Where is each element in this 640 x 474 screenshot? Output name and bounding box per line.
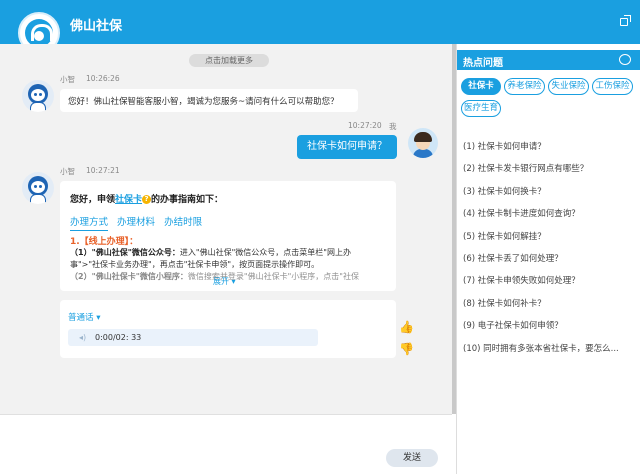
- hot-questions-panel: 热点问题 社保卡 养老保险 失业保险 工伤保险 医疗生育 (1) 社保卡如何申请…: [456, 44, 640, 474]
- title-prefix: 您好，申领: [70, 195, 116, 205]
- message-time: 10:26:26: [86, 74, 120, 83]
- question-item[interactable]: (5) 社保卡如何解挂？: [463, 230, 635, 242]
- user-avatar: [408, 128, 438, 158]
- tab-time-limit[interactable]: 办结时限: [164, 217, 202, 228]
- load-more-button[interactable]: 点击加载更多: [189, 54, 269, 67]
- question-item[interactable]: (2) 社保卡发卡银行网点有哪些？: [463, 162, 635, 174]
- section-title: 1.【线上办理】：: [70, 237, 139, 247]
- user-message-text: 社保卡如何申请？: [307, 141, 387, 152]
- question-item[interactable]: (10) 同时拥有多张本省社保卡，要怎么...: [463, 342, 635, 354]
- answer-card-title: 您好，申领社保卡? 的办事指南如下：: [70, 192, 223, 205]
- tab-materials[interactable]: 办理材料: [117, 217, 155, 228]
- tag-social-card[interactable]: 社保卡: [461, 78, 501, 95]
- language-label: 普通话: [68, 313, 94, 323]
- guide-line-text: 事">"社保卡业务办理"，再点击"社保卡申领"，按页面提示操作即可。: [70, 260, 320, 269]
- audio-message: 普通话 ▾ ◂) 0:00/02: 33: [60, 300, 396, 358]
- sound-icon[interactable]: ◂): [79, 333, 87, 342]
- tag-unemployment[interactable]: 失业保险: [548, 78, 589, 95]
- chat-bubble-icon[interactable]: [619, 54, 631, 65]
- question-item[interactable]: (8) 社保卡如何补卡？: [463, 297, 635, 309]
- thumbs-down-icon[interactable]: 👎: [399, 342, 414, 356]
- question-item[interactable]: (6) 社保卡丢了如何处理？: [463, 252, 635, 264]
- audio-player[interactable]: ◂) 0:00/02: 33: [68, 329, 318, 346]
- guide-line-text: 进入"佛山社保"微信公众号，点击菜单栏"网上办: [179, 248, 351, 257]
- help-icon[interactable]: ?: [142, 195, 152, 204]
- app-header: 佛山社保: [0, 0, 640, 54]
- tag-medical[interactable]: 医疗生育: [461, 100, 501, 117]
- message-sender: 小智: [60, 75, 75, 84]
- message-time: 10:27:20: [348, 121, 382, 130]
- tag-pension[interactable]: 养老保险: [504, 78, 545, 95]
- title-suffix: 的办事指南如下：: [151, 195, 224, 205]
- chat-area[interactable]: 点击加载更多 小智 10:26:26 您好！佛山社保智能客服小智，竭诚为您服务~…: [0, 44, 452, 414]
- expand-label: 展开: [213, 277, 229, 286]
- user-message-bubble: 社保卡如何申请？: [297, 135, 397, 159]
- send-button[interactable]: 发送: [386, 449, 438, 467]
- answer-card: 您好，申领社保卡? 的办事指南如下： 办理方式 办理材料 办结时限 1.【线上办理…: [60, 181, 396, 291]
- panel-header: 热点问题: [457, 50, 640, 70]
- question-item[interactable]: (9) 电子社保卡如何申领？: [463, 319, 635, 331]
- guide-line: （1）"佛山社保"微信公众号：进入"佛山社保"微信公众号，点击菜单栏"网上办: [70, 247, 351, 258]
- message-sender: 小智: [60, 167, 75, 176]
- bot-message-bubble: 您好！佛山社保智能客服小智，竭诚为您服务~请问有什么可以帮助您？: [60, 89, 358, 112]
- answer-card-tabs: 办理方式 办理材料 办结时限: [70, 214, 208, 231]
- message-input[interactable]: 发送: [0, 414, 452, 474]
- question-item[interactable]: (4) 社保卡制卡进度如何查询？: [463, 207, 635, 219]
- expand-button[interactable]: 展开 ▾: [213, 276, 236, 287]
- guide-line-bold: （2）"佛山社保卡"微信小程序：: [70, 272, 188, 281]
- guide-line-bold: （1）"佛山社保"微信公众号：: [70, 248, 180, 257]
- bot-message-text: 您好！佛山社保智能客服小智，竭诚为您服务~请问有什么可以帮助您？: [68, 97, 339, 107]
- bot-avatar: [22, 80, 54, 112]
- social-card-link[interactable]: 社保卡: [115, 195, 142, 205]
- bot-avatar: [22, 172, 54, 204]
- headset-icon: [25, 19, 53, 47]
- chevron-down-icon: ▾: [231, 277, 236, 286]
- language-select[interactable]: 普通话 ▾: [68, 311, 101, 323]
- tab-method[interactable]: 办理方式: [70, 217, 109, 231]
- panel-title: 热点问题: [463, 58, 503, 69]
- message-sender: 我: [389, 122, 397, 131]
- chevron-down-icon: ▾: [96, 313, 101, 323]
- question-item[interactable]: (1) 社保卡如何申请？: [463, 140, 635, 152]
- thumbs-up-icon[interactable]: 👍: [399, 320, 414, 334]
- question-item[interactable]: (3) 社保卡如何换卡？: [463, 185, 635, 197]
- popout-window-icon[interactable]: [620, 15, 631, 26]
- app-title: 佛山社保: [70, 19, 123, 34]
- message-time: 10:27:21: [86, 166, 120, 175]
- question-item[interactable]: (7) 社保卡申领失败如何处理？: [463, 274, 635, 286]
- audio-time: 0:00/02: 33: [95, 333, 142, 342]
- guide-line: 事">"社保卡业务办理"，再点击"社保卡申领"，按页面提示操作即可。: [70, 259, 319, 270]
- tag-injury[interactable]: 工伤保险: [592, 78, 633, 95]
